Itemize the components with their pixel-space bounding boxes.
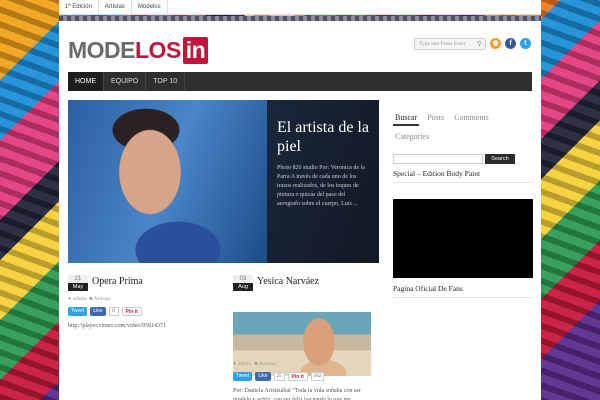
main-nav: HOME EQUIPO TOP 10 (68, 72, 532, 91)
sidebar-tabs: Buscar Posts Comments Categories (393, 113, 533, 143)
top-bar: 1ª Edición Artistas Modelos (59, 0, 541, 15)
post-category[interactable]: Artistas (259, 361, 276, 367)
nav-item-top10[interactable]: TOP 10 (146, 72, 186, 91)
featured-title[interactable]: El artista de la piel (277, 118, 369, 156)
post-author[interactable]: admin (73, 296, 87, 302)
twitter-icon[interactable]: t (520, 38, 531, 49)
featured-slider[interactable]: El artista de la piel Photo 826 studio P… (68, 100, 379, 263)
tab-buscar[interactable]: Buscar (393, 113, 420, 126)
topbar-link-artistas[interactable]: Artistas (99, 0, 132, 15)
author-icon: ● (233, 361, 237, 367)
post-date-month: May (68, 283, 88, 291)
post-date: 21 May (68, 275, 88, 291)
rss-icon[interactable]: ◉ (490, 38, 501, 49)
sidebar-search-button[interactable]: Search (485, 154, 515, 164)
facebook-like-button[interactable]: Like (90, 307, 106, 316)
post-meta: ● admin ■ Artistas (68, 296, 111, 302)
post-meta: ● admin ■ Artistas (233, 361, 276, 367)
pin-it-button[interactable]: Pin it (121, 307, 142, 316)
widget-title: Pagina Oficial De Fans (393, 284, 532, 298)
widget-title-fans: Pagina Oficial De Fans (393, 284, 463, 293)
page-container: MODE LOS in Type and Press Enter ⚲ ◉ f t… (59, 16, 541, 400)
share-buttons: Tweet Like 0 Pin it (68, 307, 142, 316)
category-icon: ■ (254, 361, 258, 367)
sidebar-search-input[interactable] (393, 154, 483, 164)
tab-comments[interactable]: Comments (452, 113, 491, 126)
decorative-stripe (59, 16, 541, 21)
site-logo[interactable]: MODE LOS in (68, 36, 209, 64)
search-icon: ⚲ (476, 40, 482, 48)
topbar-link-modelos[interactable]: Modelos (132, 0, 168, 15)
share-buttons: Tweet Like 25 Pin it 162 (233, 372, 325, 381)
like-count: 25 (273, 372, 285, 381)
video-embed[interactable] (393, 199, 533, 278)
post-date-day: 21 (68, 275, 88, 283)
pin-count: 162 (310, 372, 325, 381)
featured-excerpt: Photo 826 studio Por: Veronica de la Par… (277, 165, 365, 207)
tweet-button[interactable]: Tweet (233, 372, 253, 381)
logo-part-los: LOS (135, 36, 181, 63)
post-excerpt[interactable]: http://player.vimeo.com/video/95814371 (68, 322, 218, 331)
like-count: 0 (108, 307, 119, 316)
facebook-like-button[interactable]: Like (255, 372, 271, 381)
post-category[interactable]: Artistas (94, 296, 111, 302)
header-search-input[interactable]: Type and Press Enter ⚲ (414, 38, 486, 50)
topbar-link-edicion[interactable]: 1ª Edición (59, 0, 99, 15)
category-icon: ■ (89, 296, 93, 302)
post-title[interactable]: Opera Prima (92, 276, 143, 287)
pin-it-button[interactable]: Pin it (287, 372, 308, 381)
post-date: 03 Aug (233, 275, 253, 291)
post-excerpt[interactable]: Por: Daniela Aristizábal "Toda la vida s… (233, 387, 373, 400)
header-search-placeholder: Type and Press Enter (419, 41, 466, 47)
tab-posts[interactable]: Posts (425, 113, 446, 126)
post-title[interactable]: Yesica Narváez (257, 276, 319, 287)
tab-categories[interactable]: Categories (393, 132, 431, 143)
author-icon: ● (68, 296, 72, 302)
widget-title: Special – Edition Body Paint (393, 169, 532, 183)
widget-title-body-paint: Special – Edition Body Paint (393, 169, 481, 178)
featured-caption: El artista de la piel Photo 826 studio P… (267, 100, 379, 263)
facebook-icon[interactable]: f (505, 38, 516, 49)
logo-part-mode: MODE (68, 36, 136, 63)
tweet-button[interactable]: Tweet (68, 307, 88, 316)
post-date-month: Aug (233, 283, 253, 291)
post-author[interactable]: admin (238, 361, 252, 367)
logo-part-in: in (182, 36, 209, 64)
nav-item-equipo[interactable]: EQUIPO (104, 72, 147, 91)
nav-item-home[interactable]: HOME (68, 72, 104, 91)
post-date-day: 03 (233, 275, 253, 283)
